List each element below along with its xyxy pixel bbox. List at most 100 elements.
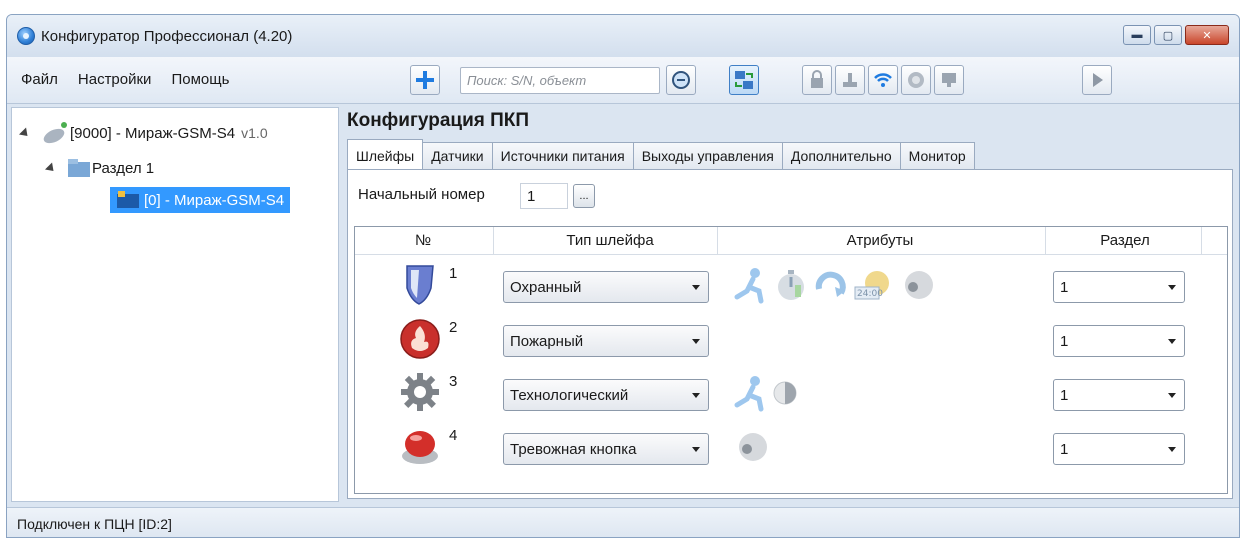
tree-root-label: [9000] - Мираж-GSM-S4	[70, 124, 236, 142]
chevron-down-icon	[692, 284, 700, 290]
more-button[interactable]: ...	[573, 184, 595, 208]
clock-24h-icon[interactable]: 24:00	[851, 265, 897, 305]
col-attributes: Атрибуты	[846, 232, 914, 249]
tree-node-section[interactable]: Раздел 1	[44, 156, 154, 180]
wifi-button[interactable]	[868, 65, 898, 95]
loop-type-value: Охранный	[510, 278, 582, 296]
expand-icon[interactable]	[44, 161, 58, 175]
section-value: 1	[1060, 440, 1069, 458]
table-row[interactable]: 3 Технологический 1	[355, 365, 1227, 417]
tree-root-version: v1.0	[241, 125, 268, 141]
search-input[interactable]: Поиск: S/N, объект	[460, 67, 660, 94]
table-row[interactable]: 1 Охранный 24:00 1	[355, 257, 1227, 309]
chevron-down-icon	[1168, 392, 1176, 398]
svg-text:24:00: 24:00	[857, 289, 883, 299]
menu-toolbar: Файл Настройки Помощь Поиск: S/N, объект	[7, 57, 1239, 104]
refresh-icon[interactable]	[811, 265, 851, 305]
run-button[interactable]	[1082, 65, 1112, 95]
table-row[interactable]: 2 Пожарный 1	[355, 311, 1227, 363]
plus-icon	[416, 71, 434, 89]
section-select[interactable]: 1	[1053, 379, 1185, 411]
title-bar: Конфигуратор Профессионал (4.20) ▬ ▢ ✕	[7, 15, 1239, 57]
satellite-icon	[43, 122, 67, 144]
row-number: 4	[449, 427, 458, 444]
menu-help[interactable]: Помощь	[169, 71, 231, 88]
tree-node-root[interactable]: [9000] - Мираж-GSM-S4 v1.0	[18, 121, 268, 145]
chevron-down-icon	[1168, 284, 1176, 290]
table-row[interactable]: 4 Тревожная кнопка 1	[355, 419, 1227, 471]
attributes-icons	[731, 373, 801, 413]
fire-icon	[400, 319, 440, 359]
chevron-down-icon	[692, 392, 700, 398]
lock-alarm-icon[interactable]	[897, 265, 937, 305]
section-select[interactable]: 1	[1053, 271, 1185, 303]
tree-device-label: [0] - Мираж-GSM-S4	[144, 191, 285, 209]
maximize-button[interactable]: ▢	[1154, 25, 1182, 45]
shield-icon	[406, 265, 434, 305]
start-number-field[interactable]: 1	[520, 183, 568, 209]
lock-alarm-icon[interactable]	[731, 427, 771, 467]
person-icon[interactable]	[731, 265, 771, 305]
menu-settings[interactable]: Настройки	[76, 71, 154, 88]
tab-outputs[interactable]: Выходы управления	[632, 142, 783, 169]
tab-sensors[interactable]: Датчики	[422, 142, 493, 169]
minimize-button[interactable]: ▬	[1123, 25, 1151, 45]
search-icon	[672, 71, 690, 89]
search-button[interactable]	[666, 65, 696, 95]
loop-type-select[interactable]: Охранный	[503, 271, 709, 303]
globe-button[interactable]	[901, 65, 931, 95]
lock-icon	[811, 70, 823, 88]
loop-type-value: Тревожная кнопка	[510, 440, 637, 458]
connect-device-button[interactable]	[729, 65, 759, 95]
expand-icon[interactable]	[18, 126, 32, 140]
monitor-icon	[942, 73, 956, 87]
timer-icon[interactable]	[771, 265, 811, 305]
tree-node-device[interactable]: [0] - Мираж-GSM-S4	[110, 187, 291, 213]
monitor-button[interactable]	[934, 65, 964, 95]
device-tree: [9000] - Мираж-GSM-S4 v1.0 Раздел 1 [0] …	[11, 107, 339, 502]
section-select[interactable]: 1	[1053, 433, 1185, 465]
app-window: Конфигуратор Профессионал (4.20) ▬ ▢ ✕ Ф…	[6, 14, 1240, 538]
window-title: Конфигуратор Профессионал (4.20)	[41, 27, 293, 45]
col-type: Тип шлейфа	[566, 232, 654, 249]
lock-button[interactable]	[802, 65, 832, 95]
play-icon	[1093, 73, 1103, 87]
loops-table: № Тип шлейфа Атрибуты Раздел 1 Охранный	[354, 226, 1228, 494]
gear-icon	[401, 373, 439, 411]
loop-type-value: Технологический	[510, 386, 629, 404]
tab-loops[interactable]: Шлейфы	[347, 139, 424, 169]
close-button[interactable]: ✕	[1185, 25, 1229, 45]
person-icon[interactable]	[731, 373, 771, 413]
tab-power[interactable]: Источники питания	[491, 142, 634, 169]
col-number: №	[414, 232, 432, 249]
chevron-down-icon	[692, 446, 700, 452]
phone-button[interactable]	[835, 65, 865, 95]
loop-type-select[interactable]: Пожарный	[503, 325, 709, 357]
page-title: Конфигурация ПКП	[347, 110, 530, 131]
tab-monitor[interactable]: Монитор	[899, 142, 975, 169]
add-button[interactable]	[410, 65, 440, 95]
tab-additional[interactable]: Дополнительно	[781, 142, 901, 169]
table-header: № Тип шлейфа Атрибуты Раздел	[355, 227, 1227, 255]
row-number: 1	[449, 265, 458, 282]
section-value: 1	[1060, 332, 1069, 350]
contrast-icon[interactable]	[771, 373, 801, 413]
section-select[interactable]: 1	[1053, 325, 1185, 357]
folder-icon	[68, 159, 90, 177]
attributes-icons: 24:00	[731, 265, 937, 305]
row-number: 2	[449, 319, 458, 336]
globe-icon	[908, 72, 924, 88]
tree-device-selected[interactable]: [0] - Мираж-GSM-S4	[110, 187, 291, 213]
loop-type-select[interactable]: Тревожная кнопка	[503, 433, 709, 465]
row-number: 3	[449, 373, 458, 390]
section-value: 1	[1060, 386, 1069, 404]
chevron-down-icon	[1168, 338, 1176, 344]
loop-type-select[interactable]: Технологический	[503, 379, 709, 411]
menu-file[interactable]: Файл	[19, 71, 60, 88]
wifi-icon	[874, 73, 892, 87]
menu-bar: Файл Настройки Помощь	[19, 71, 231, 88]
start-number-label: Начальный номер	[358, 186, 485, 203]
app-icon	[17, 27, 35, 45]
device-connect-icon	[735, 71, 753, 89]
tab-content: Начальный номер 1 ... № Тип шлейфа Атриб…	[347, 169, 1233, 499]
